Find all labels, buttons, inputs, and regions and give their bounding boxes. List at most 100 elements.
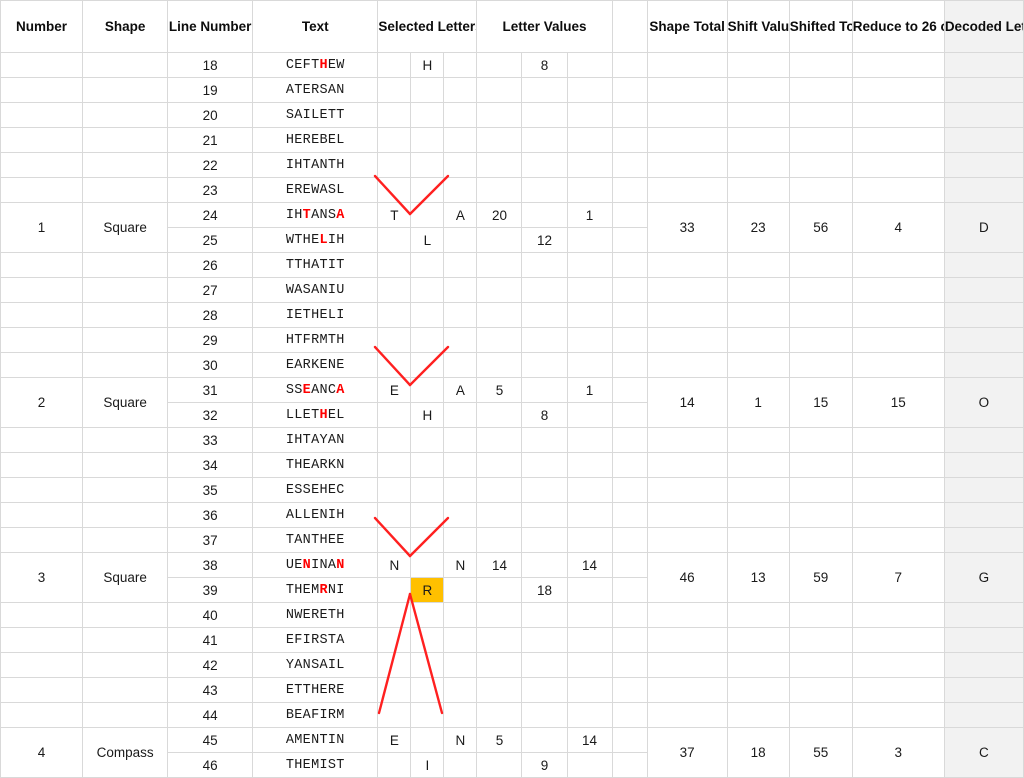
decoded-letter-cell — [943, 627, 1024, 653]
selected-letter-cell — [377, 77, 412, 103]
group-number: 1 — [0, 202, 84, 253]
shift-value-cell — [726, 502, 790, 528]
reduce-cell — [851, 77, 945, 103]
selected-letter-cell: H — [410, 402, 445, 428]
selected-letter-cell — [377, 327, 412, 353]
shift-value-cell — [726, 177, 790, 203]
line-number-cell: 22 — [167, 152, 254, 178]
decoded-letter-cell: C — [943, 727, 1024, 778]
table-row: 43 ETTHERE — [0, 677, 1024, 703]
spacer-cell — [611, 527, 648, 553]
selected-letter-cell — [377, 127, 412, 153]
selected-letter-cell: N — [443, 727, 478, 753]
letter-value-cell — [521, 152, 568, 178]
decoded-letter-cell — [943, 677, 1024, 703]
letter-value-cell — [476, 502, 523, 528]
selected-letter-cell — [443, 177, 478, 203]
letter-value-cell: 18 — [521, 577, 568, 603]
shift-value-cell — [726, 652, 790, 678]
selected-letter-cell — [377, 427, 412, 453]
decoded-letter-cell — [943, 452, 1024, 478]
letter-value-cell — [521, 702, 568, 728]
shifted-total-cell — [788, 302, 853, 328]
letter-value-cell: 9 — [521, 752, 568, 778]
selected-letter-cell — [410, 552, 445, 578]
selected-letter-cell — [443, 677, 478, 703]
shift-value-cell: 23 — [726, 202, 790, 253]
letter-value-cell — [476, 152, 523, 178]
group-number-empty — [0, 352, 84, 378]
reduce-cell — [851, 352, 945, 378]
reduce-cell — [851, 52, 945, 78]
table-row: 23 EREWASL — [0, 177, 1024, 203]
shifted-total-cell — [788, 152, 853, 178]
selected-letter-cell: A — [443, 377, 478, 403]
group-shape-empty — [82, 452, 169, 478]
shape-total-cell — [646, 127, 728, 153]
decoded-letter-cell — [943, 127, 1024, 153]
letter-value-cell — [476, 602, 523, 628]
table-row: 1 Square 24 IHTANSA T A 20 1 33 23 56 4 D — [0, 202, 1024, 253]
shift-value-cell: 18 — [726, 727, 790, 778]
selected-letter-cell — [410, 727, 445, 753]
selected-letter-cell — [410, 202, 445, 228]
shift-value-cell — [726, 52, 790, 78]
decoded-letter-cell — [943, 302, 1024, 328]
text-cell: LLETHEL — [252, 402, 379, 428]
letter-value-cell — [566, 477, 613, 503]
selected-letter-cell — [410, 102, 445, 128]
shape-total-cell — [646, 602, 728, 628]
group-number-empty — [0, 502, 84, 528]
group-shape-empty — [82, 602, 169, 628]
table-row: 22 IHTANTH — [0, 152, 1024, 178]
shape-total-cell — [646, 427, 728, 453]
line-number-cell: 29 — [167, 327, 254, 353]
decoded-letter-cell — [943, 477, 1024, 503]
reduce-cell — [851, 477, 945, 503]
line-number-cell: 43 — [167, 677, 254, 703]
letter-value-cell — [566, 327, 613, 353]
letter-value-cell: 14 — [566, 727, 613, 753]
group-shape-empty — [82, 277, 169, 303]
selected-letter-cell — [377, 602, 412, 628]
text-cell: THEARKN — [252, 452, 379, 478]
spacer-cell — [611, 702, 648, 728]
letter-value-cell — [521, 477, 568, 503]
selected-letter-cell — [377, 402, 412, 428]
selected-letter-cell — [443, 127, 478, 153]
letter-value-cell — [476, 452, 523, 478]
group-number-empty — [0, 602, 84, 628]
header-reduce-to-26-or-less: Reduce to 26 or Less — [851, 0, 945, 53]
line-number-cell: 32 — [167, 402, 254, 428]
header-decoded-letter: Decoded Letter — [943, 0, 1024, 53]
text-cell: HTFRMTH — [252, 327, 379, 353]
spacer-cell — [611, 627, 648, 653]
table-row: 44 BEAFIRM — [0, 702, 1024, 728]
header-shift-value: Shift Value — [726, 0, 790, 53]
text-cell: AMENTIN — [252, 727, 379, 753]
table-row: 42 YANSAIL — [0, 652, 1024, 678]
spacer-cell — [611, 577, 648, 603]
line-number-cell: 30 — [167, 352, 254, 378]
text-cell: SAILETT — [252, 102, 379, 128]
spacer-cell — [611, 502, 648, 528]
shift-value-cell — [726, 602, 790, 628]
text-cell: EREWASL — [252, 177, 379, 203]
line-number-cell: 33 — [167, 427, 254, 453]
shifted-total-cell — [788, 627, 853, 653]
shifted-total-cell — [788, 52, 853, 78]
group-shape-empty — [82, 477, 169, 503]
selected-letter-cell — [443, 702, 478, 728]
text-cell: TANTHEE — [252, 527, 379, 553]
line-number-cell: 28 — [167, 302, 254, 328]
line-number-cell: 45 — [167, 727, 254, 753]
letter-value-cell — [521, 602, 568, 628]
line-number-cell: 23 — [167, 177, 254, 203]
selected-letter-cell — [410, 427, 445, 453]
selected-letter-cell — [377, 627, 412, 653]
spacer-cell — [611, 652, 648, 678]
shifted-total-cell — [788, 77, 853, 103]
line-number-cell: 27 — [167, 277, 254, 303]
letter-value-cell — [476, 302, 523, 328]
table-row: 40 NWERETH — [0, 602, 1024, 628]
